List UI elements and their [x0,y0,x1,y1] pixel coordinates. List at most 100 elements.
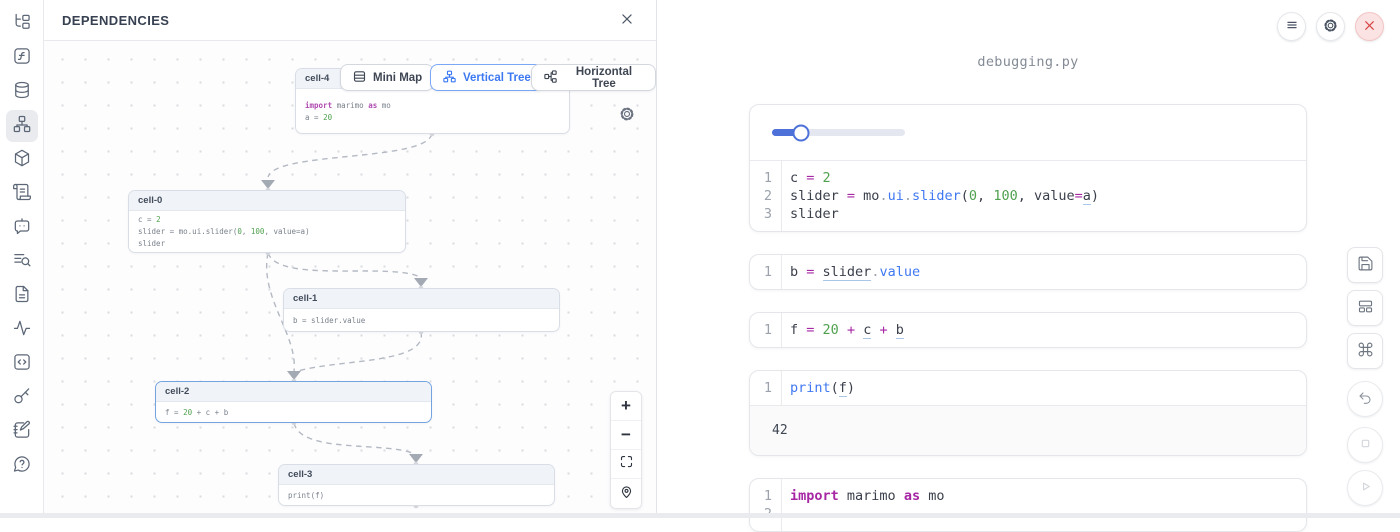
code-editor[interactable]: 1b = slider.value [750,255,1306,289]
zoom-out-button[interactable]: − [611,421,641,450]
code-editor[interactable]: 12import marimo as mo [750,479,1306,531]
graph-zoom-controls: + − [610,391,642,509]
sidebar-item-scratchpad[interactable] [6,416,38,448]
layout-button[interactable] [1347,290,1383,326]
line-number-gutter: 1 [750,313,782,347]
sidebar-item-chat[interactable] [6,212,38,244]
key-icon [12,386,32,411]
notebook-cell: 1b = slider.value [749,254,1307,290]
stop-button[interactable] [1347,427,1383,463]
close-panel-button[interactable] [620,12,634,29]
code-editor[interactable]: 123c = 2slider = mo.ui.slider(0, 100, va… [750,161,1306,231]
window-bottom-scrollbar[interactable] [0,513,1400,518]
graph-node-code: c = 2slider = mo.ui.slider(0, 100, value… [129,211,405,252]
list-search-icon [12,250,32,275]
notebook-settings-button[interactable] [1316,12,1345,41]
line-number-gutter: 123 [750,161,782,231]
sidebar-item-packages[interactable] [6,144,38,176]
file-text-icon [12,284,32,309]
play-icon [1357,478,1374,498]
notebook-cell: 123c = 2slider = mo.ui.slider(0, 100, va… [749,104,1307,232]
sidebar-item-outline[interactable] [6,280,38,312]
vertical-tree-icon [442,69,457,87]
database-icon [12,80,32,105]
fit-view-button[interactable] [611,450,641,479]
sidebar-item-logs[interactable] [6,178,38,210]
vertical-tree-label: Vertical Tree [463,72,531,84]
sidebar-item-file-explorer[interactable] [6,8,38,40]
notebook-side-actions [1347,247,1383,506]
undo-button[interactable] [1347,381,1383,417]
code-lines: f = 20 + c + b [782,313,1306,347]
gear-icon [1322,17,1339,37]
layout-icon [1357,298,1374,318]
stop-icon [1357,435,1374,455]
rows-icon [352,69,367,87]
shutdown-button[interactable] [1355,12,1384,41]
notebook-cell: 1f = 20 + c + b [749,312,1307,348]
code-editor[interactable]: 1f = 20 + c + b [750,313,1306,347]
graph-node-cell-1[interactable]: cell-1b = slider.value [283,288,560,332]
minimap-button[interactable]: Mini Map [340,64,434,91]
graph-node-cell-2[interactable]: cell-2f = 20 + c + b [155,381,432,423]
command-icon [1357,341,1374,361]
close-icon [620,12,634,29]
panel-title: DEPENDENCIES [62,13,169,28]
sidebar-item-variables[interactable] [6,42,38,74]
run-button[interactable] [1347,470,1383,506]
sidebar-item-secrets[interactable] [6,382,38,414]
save-button[interactable] [1347,247,1383,283]
pin-icon [619,484,634,504]
horizontal-tree-icon [543,69,558,87]
code-lines: print(f) [782,371,1306,405]
sidebar-item-documentation[interactable] [6,246,38,278]
dependency-graph-icon [12,114,32,139]
undo-icon [1357,390,1373,409]
function-square-icon [12,46,32,71]
line-number: 1 [750,487,772,505]
code-lines: b = slider.value [782,255,1306,289]
code-editor[interactable]: 1 print(f) [750,371,1306,405]
zoom-in-button[interactable]: + [611,392,641,421]
line-number-gutter: 12 [750,479,782,531]
line-number-gutter: 1 [750,371,782,405]
code-lines: import marimo as mo [782,479,1306,531]
line-number: 1 [750,379,772,397]
graph-node-cell-3[interactable]: cell-3print(f) [278,464,555,506]
graph-node-title: cell-3 [279,465,554,485]
horizontal-tree-button[interactable]: Horizontal Tree [531,64,656,91]
shortcuts-button[interactable] [1347,333,1383,369]
slider-thumb[interactable] [793,124,810,141]
dependency-graph-canvas[interactable]: cell-4import marimo as moa = 20cell-0c =… [44,41,656,518]
sidebar-item-dependencies[interactable] [6,110,38,142]
notebook-cell: 1print(f)42 [749,370,1307,456]
file-tree-icon [12,12,32,37]
line-number: 1 [750,169,772,187]
sidebar-item-tracing[interactable] [6,314,38,346]
notebook-pen-icon [12,420,32,445]
graph-node-cell-0[interactable]: cell-0c = 2slider = mo.ui.slider(0, 100,… [128,190,406,253]
top-actions [1277,12,1384,41]
sidebar-item-snippets[interactable] [6,348,38,380]
sidebar-item-data-sources[interactable] [6,76,38,108]
minimap-label: Mini Map [373,72,422,84]
scroll-text-icon [12,182,32,207]
notebook-cells: 123c = 2slider = mo.ui.slider(0, 100, va… [749,104,1307,532]
line-number: 3 [750,205,772,223]
notebook-panel: debugging.py 123c = 2slider = mo.ui.slid… [657,0,1400,518]
help-circle-icon [12,454,32,479]
dependencies-header: DEPENDENCIES [44,0,656,41]
fit-view-icon [619,454,634,474]
notebook-cell: 12import marimo as mo [749,478,1307,532]
slider-widget[interactable] [750,105,1306,161]
code-lines: c = 2slider = mo.ui.slider(0, 100, value… [782,161,1306,231]
graph-node-code: b = slider.value [284,309,559,331]
vertical-tree-button[interactable]: Vertical Tree [430,64,543,91]
locate-node-button[interactable] [611,479,641,508]
sidebar-item-help[interactable] [6,450,38,482]
close-icon [1363,19,1376,35]
notebook-menu-button[interactable] [1277,12,1306,41]
slider-track[interactable] [772,129,905,136]
graph-settings-button[interactable] [618,105,636,126]
graph-node-title: cell-2 [156,382,431,402]
